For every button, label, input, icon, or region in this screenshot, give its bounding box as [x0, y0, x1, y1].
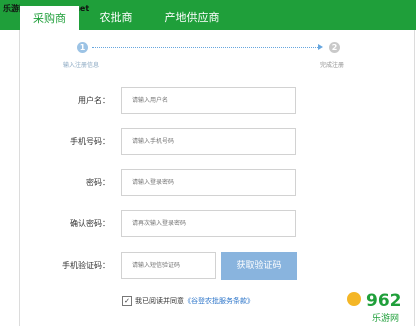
step-1-label: 输入注册信息 — [63, 62, 100, 69]
tab-wholesaler[interactable]: 农批商 — [86, 6, 146, 30]
password-input[interactable] — [121, 169, 296, 196]
tab-origin-supplier[interactable]: 产地供应商 — [149, 6, 235, 30]
sms-code-input[interactable] — [121, 252, 216, 279]
agreement-text: 我已阅读并同意 — [135, 297, 184, 305]
step-progress-line — [92, 47, 320, 48]
agreement-row: ✓ 我已阅读并同意《谷登农批服务条款》 — [122, 296, 254, 306]
agree-checkbox[interactable]: ✓ — [122, 296, 132, 306]
confirm-password-input[interactable] — [121, 210, 296, 237]
step-1-indicator: 1 — [77, 42, 88, 53]
step-2-indicator: 2 — [329, 42, 340, 53]
get-code-button[interactable]: 获取验证码 — [221, 252, 297, 280]
confirm-password-label: 确认密码： — [70, 219, 110, 228]
username-input[interactable] — [121, 87, 296, 114]
sms-code-label: 手机验证码： — [62, 261, 110, 270]
phone-label: 手机号码： — [70, 137, 110, 146]
username-label: 用户名： — [78, 96, 110, 105]
terms-link[interactable]: 《谷登农批服务条款》 — [184, 297, 254, 305]
arrow-right-icon — [318, 44, 323, 50]
phone-input[interactable] — [121, 128, 296, 155]
logo-number: 962 — [366, 291, 402, 311]
tab-buyer[interactable]: 采购商 — [20, 4, 79, 32]
logo-sub: 乐游网 — [372, 312, 399, 324]
step-2-label: 完成注册 — [320, 62, 345, 69]
password-label: 密码： — [86, 178, 110, 187]
site-logo: 962 乐游网 — [342, 286, 414, 326]
